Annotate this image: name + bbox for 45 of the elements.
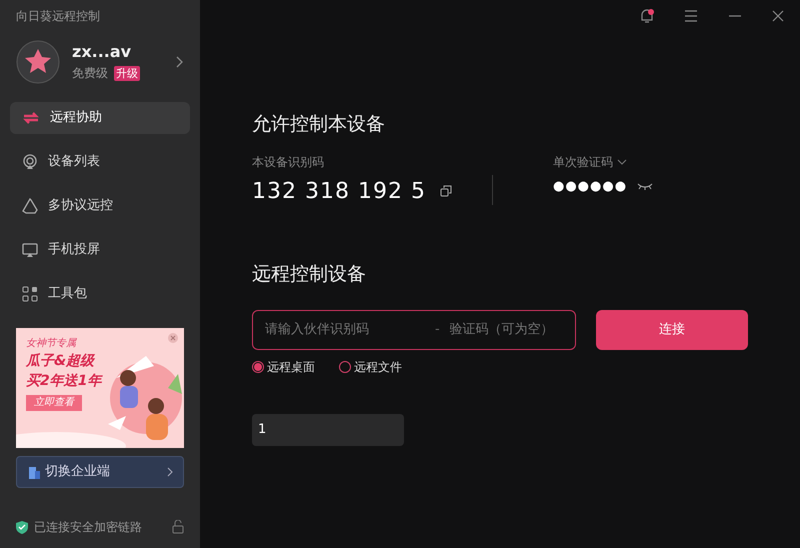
banner-headline: 瓜子&超级 <box>26 352 94 371</box>
minimize-icon[interactable] <box>728 15 742 17</box>
banner-tag: 女神节专属 <box>26 336 76 351</box>
shield-check-icon <box>16 520 28 534</box>
app-title: 向日葵远程控制 <box>16 8 100 25</box>
broadcast-icon <box>22 154 38 170</box>
screen-icon <box>22 242 38 258</box>
chevron-right-icon <box>167 467 173 477</box>
enterprise-button[interactable]: 切换企业端 <box>16 456 184 488</box>
security-status: 已连接安全加密链路 <box>34 519 143 536</box>
radio-option[interactable]: 远程文件 <box>339 358 402 376</box>
chevron-down-icon[interactable] <box>617 158 627 164</box>
partner-id-field[interactable]: 请输入伙伴识别码 <box>265 320 425 340</box>
unlock-icon[interactable] <box>172 520 184 534</box>
code-field[interactable]: 验证码（可为空） <box>450 320 580 340</box>
copy-icon[interactable] <box>440 185 452 197</box>
triangle-icon <box>22 198 38 214</box>
plan-label: 免费级 <box>72 65 108 82</box>
device-id-label: 本设备识别码 <box>252 154 324 170</box>
connect-button[interactable]: 连接 <box>596 310 748 350</box>
nav-item[interactable]: 设备列表 <box>10 146 190 178</box>
grid-icon <box>22 286 38 302</box>
history-item[interactable]: 1 <box>252 414 404 446</box>
close-icon[interactable] <box>168 333 178 343</box>
closed-eye-icon[interactable] <box>637 182 654 190</box>
radio-option[interactable]: 远程桌面 <box>252 358 315 376</box>
separator: - <box>435 321 440 340</box>
section-title: 远程控制设备 <box>252 262 366 286</box>
menu-icon[interactable] <box>684 10 698 22</box>
section-title: 允许控制本设备 <box>252 112 385 137</box>
banner-offer: 买2年送1年 <box>26 372 102 391</box>
chevron-right-icon[interactable] <box>176 56 184 68</box>
nav-item[interactable]: 多协议远控 <box>10 190 190 222</box>
bell-icon[interactable] <box>640 8 654 24</box>
upgrade-badge[interactable]: 升级 <box>114 66 140 80</box>
code-label: 单次验证码 <box>553 154 613 170</box>
verification-code: ●●●●●● <box>553 178 628 196</box>
close-icon[interactable] <box>772 10 784 22</box>
nav-item[interactable]: 远程协助 <box>10 102 190 134</box>
device-id: 132 318 192 5 <box>252 178 426 206</box>
arrows-icon <box>22 111 40 125</box>
account-name: zx...av <box>72 42 132 62</box>
nav-item[interactable]: 工具包 <box>10 278 190 310</box>
building-icon <box>27 465 41 479</box>
nav-item[interactable]: 手机投屏 <box>10 234 190 266</box>
